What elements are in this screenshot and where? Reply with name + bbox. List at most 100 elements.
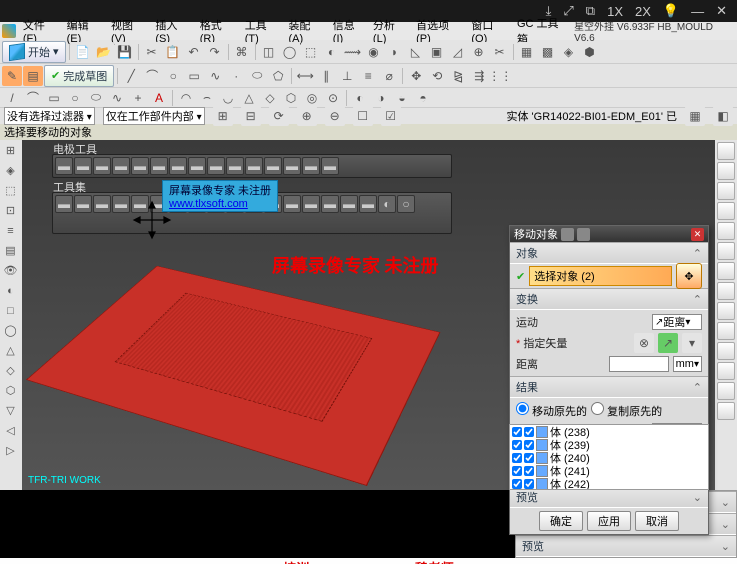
- c-spl[interactable]: ∿: [107, 88, 127, 108]
- tb-spline[interactable]: ∿: [205, 66, 225, 86]
- l-lay[interactable]: ▤: [1, 241, 20, 260]
- r4[interactable]: [717, 202, 735, 220]
- t4[interactable]: ▬: [112, 195, 130, 213]
- e13[interactable]: ▬: [283, 157, 301, 175]
- tb-poly[interactable]: ⬠: [268, 66, 288, 86]
- l-r6[interactable]: ▽: [1, 401, 20, 420]
- l-r1[interactable]: □: [1, 301, 20, 320]
- tb-cut[interactable]: ✂: [142, 42, 162, 62]
- e15[interactable]: ▬: [321, 157, 339, 175]
- chev-prev[interactable]: ⌄: [693, 491, 702, 504]
- tb-mir[interactable]: ⧎: [448, 66, 468, 86]
- l-r7[interactable]: ◁: [1, 421, 20, 440]
- e7[interactable]: ▬: [169, 157, 187, 175]
- r9[interactable]: [717, 302, 735, 320]
- l-r2[interactable]: ◯: [1, 321, 20, 340]
- r1[interactable]: [717, 142, 735, 160]
- r8[interactable]: [717, 282, 735, 300]
- r11[interactable]: [717, 342, 735, 360]
- c-cir[interactable]: ○: [65, 88, 85, 108]
- tb-chamfer[interactable]: ◺: [406, 42, 426, 62]
- r13[interactable]: [717, 382, 735, 400]
- tb-more2[interactable]: ▩: [538, 42, 558, 62]
- light-icon[interactable]: 💡: [663, 3, 679, 19]
- sf-r1[interactable]: ▦: [685, 106, 705, 126]
- dialog-titlebar[interactable]: 移动对象 ✕: [510, 226, 708, 242]
- speed-1x[interactable]: 1X: [607, 4, 623, 19]
- e6[interactable]: ▬: [150, 157, 168, 175]
- r12[interactable]: [717, 362, 735, 380]
- c-txt[interactable]: A: [149, 88, 169, 108]
- tb-redo[interactable]: ↷: [205, 42, 225, 62]
- filter-dropdown[interactable]: 没有选择过滤器 ▾: [4, 107, 95, 125]
- chev-tr[interactable]: ⌃: [693, 293, 702, 306]
- c-pt[interactable]: +: [128, 88, 148, 108]
- distance-input[interactable]: [609, 356, 669, 372]
- sf-6[interactable]: ☐: [353, 106, 373, 126]
- l-hist[interactable]: ≡: [1, 221, 20, 240]
- finish-sketch[interactable]: ✔完成草图: [44, 65, 114, 87]
- popout-icon[interactable]: ⧉: [586, 3, 595, 19]
- radio-copy[interactable]: 复制原先的: [591, 402, 662, 419]
- prop-preview[interactable]: 预览: [522, 538, 544, 554]
- sf-2[interactable]: ⊟: [241, 106, 261, 126]
- l-nav[interactable]: ⊞: [1, 141, 20, 160]
- tb-more4[interactable]: ⬢: [580, 42, 600, 62]
- vec-btn2[interactable]: ↗: [658, 333, 678, 353]
- tb-revolve[interactable]: ◐: [322, 42, 342, 62]
- scope-dropdown[interactable]: 仅在工作部件内部 ▾: [103, 107, 205, 125]
- sf-4[interactable]: ⊕: [297, 106, 317, 126]
- select-object-button[interactable]: 选择对象 (2): [529, 266, 672, 286]
- c-f4[interactable]: ◓: [413, 88, 433, 108]
- tb-con3[interactable]: ≡: [358, 66, 378, 86]
- select-pick-icon[interactable]: ✥: [676, 263, 702, 289]
- tb-extrude[interactable]: ⬚: [301, 42, 321, 62]
- minimize-icon[interactable]: —: [691, 4, 704, 19]
- c-ell[interactable]: ⬭: [86, 88, 106, 108]
- sf-1[interactable]: ⊞: [213, 106, 233, 126]
- tb-con1[interactable]: ∥: [316, 66, 336, 86]
- tb-off[interactable]: ⇶: [469, 66, 489, 86]
- tb-pat[interactable]: ⋮⋮: [490, 66, 510, 86]
- tb-box[interactable]: ◫: [259, 42, 279, 62]
- t2[interactable]: ▬: [74, 195, 92, 213]
- tb-shell[interactable]: ▣: [427, 42, 447, 62]
- c-arc[interactable]: ⌒: [23, 88, 43, 108]
- tb-sweep[interactable]: ⟿: [343, 42, 363, 62]
- tb-cyl[interactable]: ◯: [280, 42, 300, 62]
- tb-fillet[interactable]: ◗: [385, 42, 405, 62]
- sf-r2[interactable]: ◧: [713, 106, 733, 126]
- sf-7[interactable]: ☑: [381, 106, 401, 126]
- c-line[interactable]: /: [2, 88, 22, 108]
- tb-open[interactable]: 📂: [94, 42, 114, 62]
- e11[interactable]: ▬: [245, 157, 263, 175]
- tb-more3[interactable]: ◈: [559, 42, 579, 62]
- c-s2[interactable]: ⌢: [197, 88, 217, 108]
- c-s1[interactable]: ◠: [176, 88, 196, 108]
- l-mat[interactable]: ◐: [1, 281, 20, 300]
- tb-line[interactable]: ╱: [121, 66, 141, 86]
- c-s5[interactable]: ◇: [260, 88, 280, 108]
- e4[interactable]: ▬: [112, 157, 130, 175]
- t15[interactable]: ▬: [321, 195, 339, 213]
- l-r8[interactable]: ▷: [1, 441, 20, 460]
- l-cons[interactable]: ⊡: [1, 201, 20, 220]
- l-r4[interactable]: ◇: [1, 361, 20, 380]
- tb-hole[interactable]: ◉: [364, 42, 384, 62]
- tb-con2[interactable]: ⊥: [337, 66, 357, 86]
- t18[interactable]: ◐: [378, 195, 396, 213]
- apply-button[interactable]: 应用: [587, 511, 631, 531]
- t1[interactable]: ▬: [55, 195, 73, 213]
- sf-3[interactable]: ⟳: [269, 106, 289, 126]
- close-icon[interactable]: ✕: [716, 3, 727, 19]
- c-s3[interactable]: ◡: [218, 88, 238, 108]
- tb-sketch[interactable]: ✎: [2, 66, 22, 86]
- e5[interactable]: ▬: [131, 157, 149, 175]
- tb-copy[interactable]: 📋: [163, 42, 183, 62]
- t16[interactable]: ▬: [340, 195, 358, 213]
- c-s6[interactable]: ⬡: [281, 88, 301, 108]
- body-tree[interactable]: 体 (238) 体 (239) 体 (240) 体 (241) 体 (242): [509, 424, 709, 490]
- l-r5[interactable]: ⬡: [1, 381, 20, 400]
- tb-trim[interactable]: ✂: [490, 42, 510, 62]
- chev-res[interactable]: ⌃: [693, 381, 702, 394]
